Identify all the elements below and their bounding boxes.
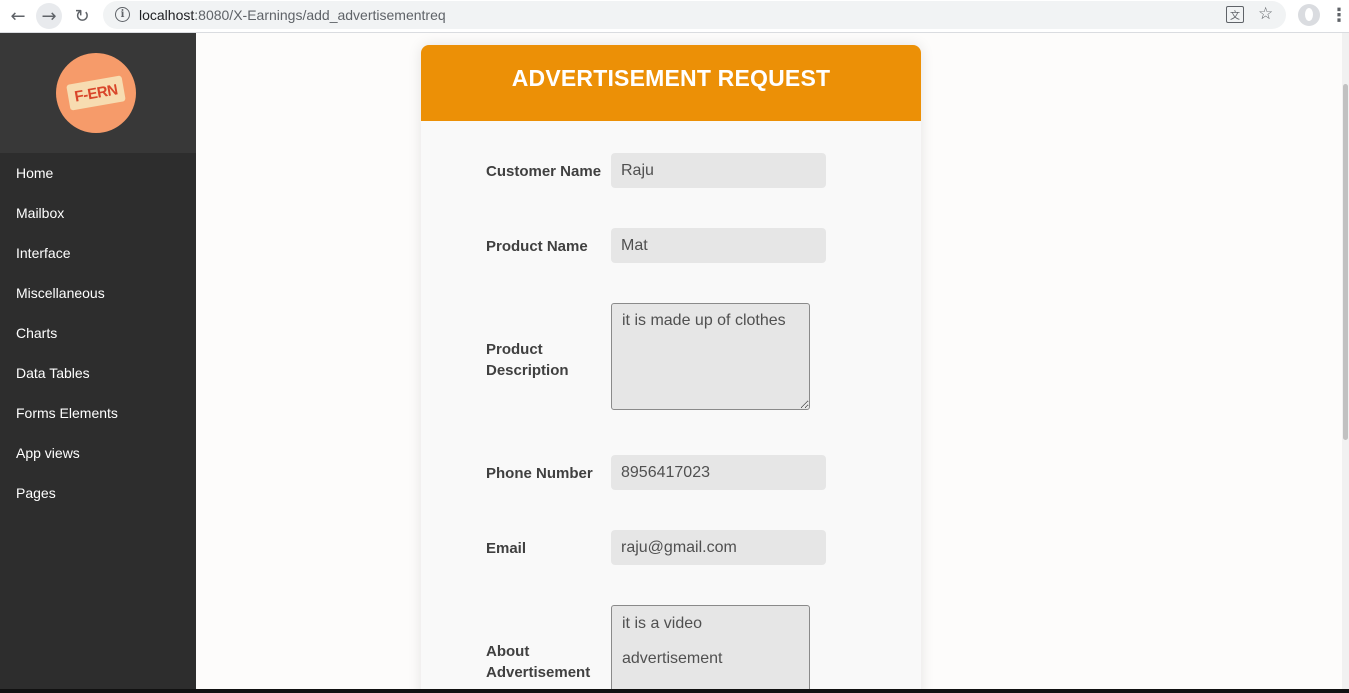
- address-bar[interactable]: i localhost:8080/X-Earnings/add_advertis…: [103, 1, 1286, 29]
- profile-icon[interactable]: [1298, 4, 1320, 26]
- about-advertisement-label: About Advertisement: [486, 641, 590, 683]
- product-description-label: Product Description: [486, 339, 569, 381]
- about-advertisement-label-line1: About: [486, 643, 530, 660]
- product-description-label-line2: Description: [486, 362, 569, 379]
- customer-name-input[interactable]: [611, 153, 826, 188]
- logo[interactable]: F-ERN: [56, 53, 136, 133]
- bookmark-star-icon[interactable]: ☆: [1258, 4, 1273, 24]
- translate-icon[interactable]: 文: [1226, 6, 1244, 23]
- sidebar-item-app-views[interactable]: App views: [16, 445, 80, 461]
- back-arrow-icon[interactable]: ←: [5, 4, 31, 28]
- browser-toolbar: ← → ↻ i localhost:8080/X-Earnings/add_ad…: [0, 0, 1349, 33]
- customer-name-label: Customer Name: [486, 163, 602, 180]
- logo-text: F-ERN: [73, 80, 119, 106]
- url-path: :8080/X-Earnings/add_advertisementreq: [194, 7, 446, 23]
- card-header: ADVERTISEMENT REQUEST: [421, 45, 921, 121]
- url-host: localhost: [139, 7, 195, 23]
- sidebar-item-pages[interactable]: Pages: [16, 485, 56, 501]
- about-advertisement-textarea[interactable]: it is a video advertisement: [611, 605, 810, 693]
- sidebar-item-interface[interactable]: Interface: [16, 245, 70, 261]
- advertisement-request-card: ADVERTISEMENT REQUEST Customer Name Prod…: [421, 45, 921, 693]
- sidebar: F-ERN Home Mailbox Interface Miscellaneo…: [0, 33, 196, 693]
- product-name-label: Product Name: [486, 238, 588, 255]
- phone-number-label: Phone Number: [486, 465, 593, 482]
- bottom-bar: [0, 689, 1349, 693]
- about-advertisement-label-line2: Advertisement: [486, 664, 591, 681]
- product-description-textarea[interactable]: it is made up of clothes: [611, 303, 810, 410]
- phone-number-input[interactable]: [611, 455, 826, 490]
- product-description-label-line1: Product: [486, 341, 543, 358]
- scrollbar-thumb[interactable]: [1343, 84, 1348, 440]
- forward-arrow-icon[interactable]: →: [36, 3, 62, 29]
- sidebar-item-miscellaneous[interactable]: Miscellaneous: [16, 285, 105, 301]
- product-name-input[interactable]: [611, 228, 826, 263]
- more-vertical-icon[interactable]: ⋮: [1330, 4, 1348, 26]
- logo-badge: F-ERN: [66, 75, 126, 111]
- logo-area: F-ERN: [0, 33, 196, 153]
- sidebar-item-data-tables[interactable]: Data Tables: [16, 365, 90, 381]
- info-icon[interactable]: i: [115, 7, 130, 22]
- sidebar-item-home[interactable]: Home: [16, 165, 53, 181]
- page-title: ADVERTISEMENT REQUEST: [511, 64, 831, 91]
- reload-icon[interactable]: ↻: [69, 4, 95, 28]
- email-label: Email: [486, 540, 527, 557]
- sidebar-item-mailbox[interactable]: Mailbox: [16, 205, 64, 221]
- email-input[interactable]: [611, 530, 826, 565]
- url-text[interactable]: localhost:8080/X-Earnings/add_advertisem…: [139, 7, 446, 23]
- sidebar-item-forms-elements[interactable]: Forms Elements: [16, 405, 118, 421]
- sidebar-item-charts[interactable]: Charts: [16, 325, 57, 341]
